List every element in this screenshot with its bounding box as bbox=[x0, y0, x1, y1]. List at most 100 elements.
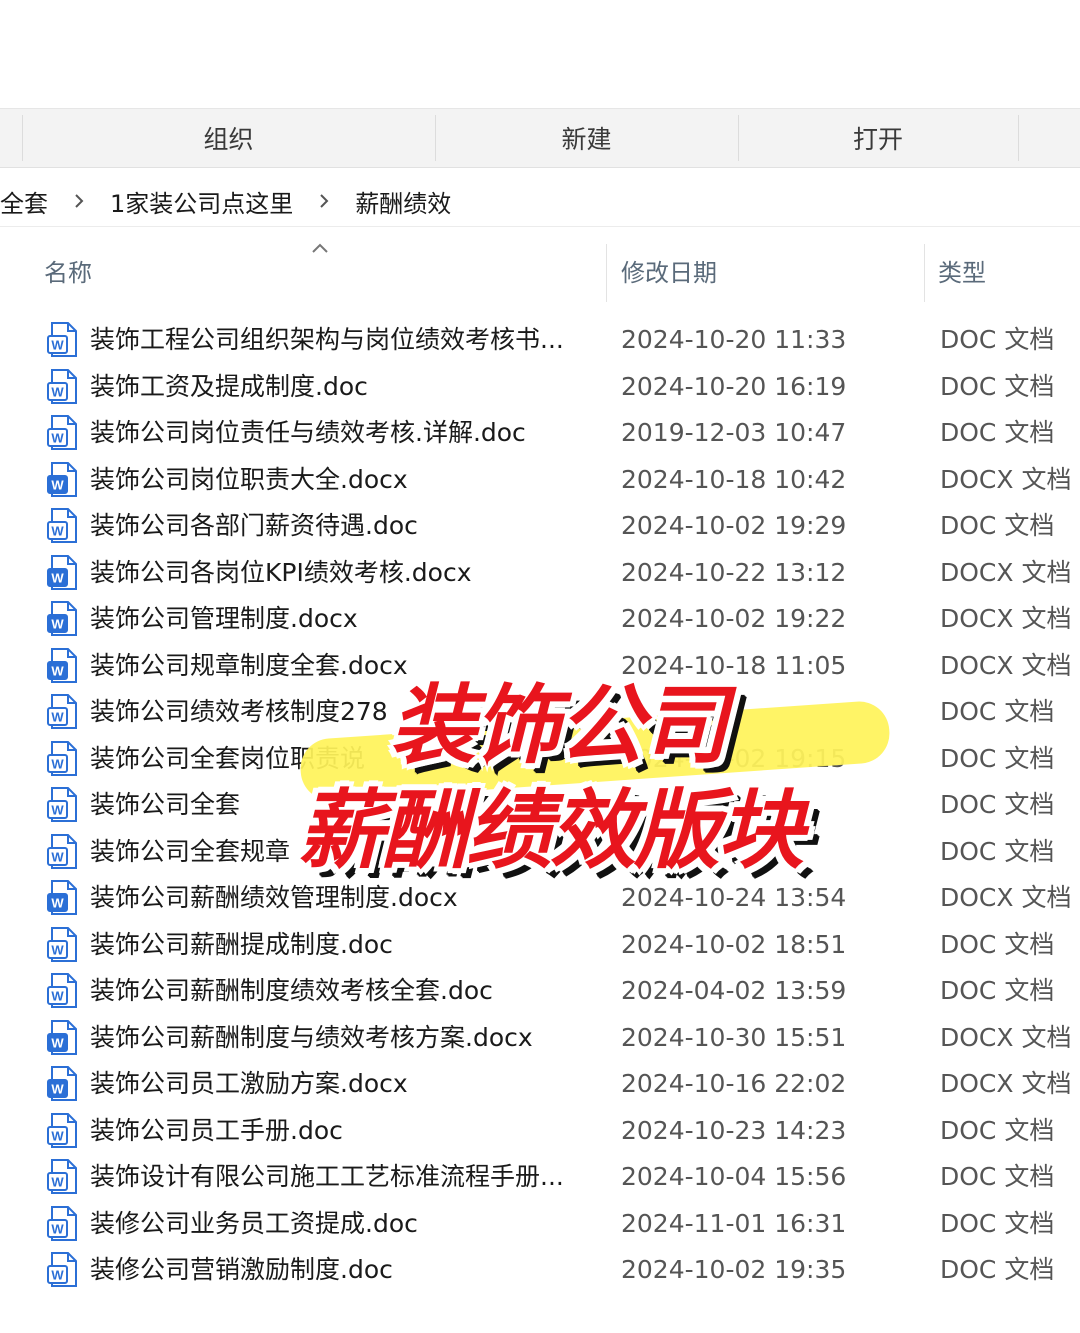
file-name[interactable]: 装饰公司薪酬制度绩效考核全套.doc bbox=[90, 968, 595, 1014]
file-modified-date: 2024-10-22 13:12 bbox=[621, 557, 847, 587]
file-type: DOC 文档 bbox=[940, 790, 1055, 819]
file-modified-date: 2024-10-02 19:29 bbox=[621, 511, 847, 540]
file-row[interactable]: W 装饰公司管理制度.docx 2024-10-02 19:22 DOCX 文档 bbox=[0, 596, 1080, 643]
word-docx-icon: W bbox=[46, 647, 80, 685]
file-type: DOC 文档 bbox=[940, 697, 1055, 726]
file-type: DOCX 文档 bbox=[940, 650, 1072, 680]
file-name[interactable]: 装饰公司各部门薪资待遇.doc bbox=[90, 503, 595, 549]
file-row[interactable]: W 装饰公司岗位责任与绩效考核.详解.doc 2019-12-03 10:47 … bbox=[0, 410, 1080, 457]
organize-button[interactable]: 组织 bbox=[22, 109, 435, 167]
svg-text:W: W bbox=[51, 1082, 64, 1097]
file-row[interactable]: W 装饰公司薪酬绩效管理制度.docx 2024-10-24 13:54 DOC… bbox=[0, 875, 1080, 922]
svg-text:W: W bbox=[51, 663, 64, 678]
file-type: DOCX 文档 bbox=[940, 883, 1072, 912]
file-modified-date: 2024-10-20 16:19 bbox=[621, 371, 847, 401]
file-modified-date: 2024-04-02 13:59 bbox=[621, 976, 847, 1005]
svg-text:W: W bbox=[51, 1221, 64, 1236]
word-docx-icon: W bbox=[46, 879, 80, 917]
breadcrumb-item-current[interactable]: 薪酬绩效 bbox=[355, 184, 451, 219]
chevron-right-icon[interactable] bbox=[72, 192, 86, 210]
file-name[interactable]: 装饰公司全套 bbox=[90, 782, 595, 828]
file-type: DOCX 文档 bbox=[940, 604, 1072, 633]
file-row[interactable]: W 装饰工程公司组织架构与岗位绩效考核书... 2024-10-20 11:33… bbox=[0, 317, 1080, 364]
file-name[interactable]: 装饰工资及提成制度.doc bbox=[90, 364, 595, 410]
svg-text:W: W bbox=[51, 1128, 64, 1143]
file-name[interactable]: 装饰公司岗位职责大全.docx bbox=[90, 457, 595, 503]
svg-text:W: W bbox=[51, 384, 64, 399]
file-type: DOC 文档 bbox=[940, 836, 1055, 866]
file-type: DOCX 文档 bbox=[940, 464, 1072, 494]
file-row[interactable]: W 装修公司营销激励制度.doc 2024-10-02 19:35 DOC 文档 bbox=[0, 1247, 1080, 1294]
column-header-date[interactable]: 修改日期 bbox=[621, 232, 921, 308]
file-type: DOC 文档 bbox=[940, 1162, 1055, 1191]
file-name[interactable]: 装饰公司员工激励方案.docx bbox=[90, 1061, 595, 1107]
file-name[interactable]: 装饰公司全套岗位职责说 bbox=[90, 736, 595, 782]
breadcrumb: 全套 1家装公司点这里 薪酬绩效 bbox=[0, 176, 1080, 227]
column-separator[interactable] bbox=[924, 244, 925, 302]
file-modified-date: 2024-10-18 10:42 bbox=[621, 464, 847, 494]
svg-text:W: W bbox=[51, 803, 64, 818]
file-row[interactable]: W 装饰公司岗位职责大全.docx 2024-10-18 10:42 DOCX … bbox=[0, 457, 1080, 504]
file-name[interactable]: 装饰设计有限公司施工工艺标准流程手册... bbox=[90, 1154, 595, 1200]
file-row[interactable]: W 装饰公司规章制度全套.docx 2024-10-18 11:05 DOCX … bbox=[0, 643, 1080, 690]
file-name[interactable]: 装饰公司全套规章 bbox=[90, 829, 595, 875]
new-button[interactable]: 新建 bbox=[435, 109, 738, 167]
svg-text:W: W bbox=[51, 849, 64, 864]
file-name[interactable]: 装饰公司绩效考核制度278 bbox=[90, 689, 595, 735]
file-row[interactable]: W 装修公司业务员工资提成.doc 2024-11-01 16:31 DOC 文… bbox=[0, 1201, 1080, 1248]
file-type: DOC 文档 bbox=[940, 325, 1055, 354]
file-name[interactable]: 装饰公司薪酬提成制度.doc bbox=[90, 922, 595, 968]
chevron-right-icon[interactable] bbox=[317, 192, 331, 210]
file-name[interactable]: 装修公司业务员工资提成.doc bbox=[90, 1201, 595, 1247]
file-row[interactable]: W 装饰公司薪酬制度与绩效考核方案.docx 2024-10-30 15:51 … bbox=[0, 1015, 1080, 1062]
word-docx-icon: W bbox=[46, 461, 80, 499]
file-modified-date: 2024-10-30 15:51 bbox=[621, 1022, 847, 1052]
svg-text:W: W bbox=[51, 617, 64, 632]
open-button[interactable]: 打开 bbox=[738, 109, 1018, 167]
file-row[interactable]: W 装饰公司全套 DOC 文档 bbox=[0, 782, 1080, 829]
column-separator[interactable] bbox=[606, 244, 607, 302]
word-doc-icon: W bbox=[46, 926, 80, 964]
word-docx-icon: W bbox=[46, 1065, 80, 1103]
file-name[interactable]: 装修公司营销激励制度.doc bbox=[90, 1247, 595, 1293]
file-modified-date: 2024-10-04 15:56 bbox=[621, 1162, 847, 1191]
svg-text:W: W bbox=[51, 1175, 64, 1190]
file-row[interactable]: W 装饰公司绩效考核制度278 DOC 文档 bbox=[0, 689, 1080, 736]
column-header-type[interactable]: 类型 bbox=[938, 232, 1078, 308]
breadcrumb-item-all[interactable]: 全套 bbox=[0, 184, 48, 219]
file-row[interactable]: W 装饰公司员工激励方案.docx 2024-10-16 22:02 DOCX … bbox=[0, 1061, 1080, 1108]
file-name[interactable]: 装饰公司管理制度.docx bbox=[90, 596, 595, 642]
file-row[interactable]: W 装饰设计有限公司施工工艺标准流程手册... 2024-10-04 15:56… bbox=[0, 1154, 1080, 1201]
svg-text:W: W bbox=[51, 570, 64, 585]
file-row[interactable]: W 装饰公司员工手册.doc 2024-10-23 14:23 DOC 文档 bbox=[0, 1108, 1080, 1155]
file-name[interactable]: 装饰公司薪酬绩效管理制度.docx bbox=[90, 875, 595, 921]
file-row[interactable]: W 装饰公司全套岗位职责说 2024-10-02 19:15 DOC 文档 bbox=[0, 736, 1080, 783]
file-row[interactable]: W 装饰公司各岗位KPI绩效考核.docx 2024-10-22 13:12 D… bbox=[0, 550, 1080, 597]
word-doc-icon: W bbox=[46, 414, 80, 452]
column-header-name[interactable]: 名称 bbox=[44, 232, 604, 308]
file-type: DOC 文档 bbox=[940, 976, 1055, 1005]
toolbar-separator bbox=[1018, 115, 1019, 161]
file-type: DOCX 文档 bbox=[940, 557, 1072, 587]
file-type: DOC 文档 bbox=[940, 929, 1055, 959]
breadcrumb-item-company[interactable]: 1家装公司点这里 bbox=[110, 184, 293, 219]
file-row[interactable]: W 装饰公司薪酬提成制度.doc 2024-10-02 18:51 DOC 文档 bbox=[0, 922, 1080, 969]
file-name[interactable]: 装饰公司岗位责任与绩效考核.详解.doc bbox=[90, 410, 595, 456]
file-name[interactable]: 装饰公司各岗位KPI绩效考核.docx bbox=[90, 550, 595, 596]
file-name[interactable]: 装饰公司规章制度全套.docx bbox=[90, 643, 595, 689]
file-name[interactable]: 装饰公司薪酬制度与绩效考核方案.docx bbox=[90, 1015, 595, 1061]
word-doc-icon: W bbox=[46, 740, 80, 778]
file-modified-date: 2024-10-18 11:05 bbox=[621, 650, 847, 680]
svg-text:W: W bbox=[51, 1268, 64, 1283]
svg-text:W: W bbox=[51, 942, 64, 957]
file-row[interactable]: W 装饰工资及提成制度.doc 2024-10-20 16:19 DOC 文档 bbox=[0, 364, 1080, 411]
file-modified-date: 2024-10-02 19:35 bbox=[621, 1255, 847, 1284]
file-name[interactable]: 装饰工程公司组织架构与岗位绩效考核书... bbox=[90, 317, 595, 363]
file-name[interactable]: 装饰公司员工手册.doc bbox=[90, 1108, 595, 1154]
file-row[interactable]: W 装饰公司全套规章 DOC 文档 bbox=[0, 829, 1080, 876]
word-docx-icon: W bbox=[46, 600, 80, 638]
svg-text:W: W bbox=[51, 524, 64, 539]
file-row[interactable]: W 装饰公司各部门薪资待遇.doc 2024-10-02 19:29 DOC 文… bbox=[0, 503, 1080, 550]
file-type: DOC 文档 bbox=[940, 1208, 1055, 1238]
file-row[interactable]: W 装饰公司薪酬制度绩效考核全套.doc 2024-04-02 13:59 DO… bbox=[0, 968, 1080, 1015]
